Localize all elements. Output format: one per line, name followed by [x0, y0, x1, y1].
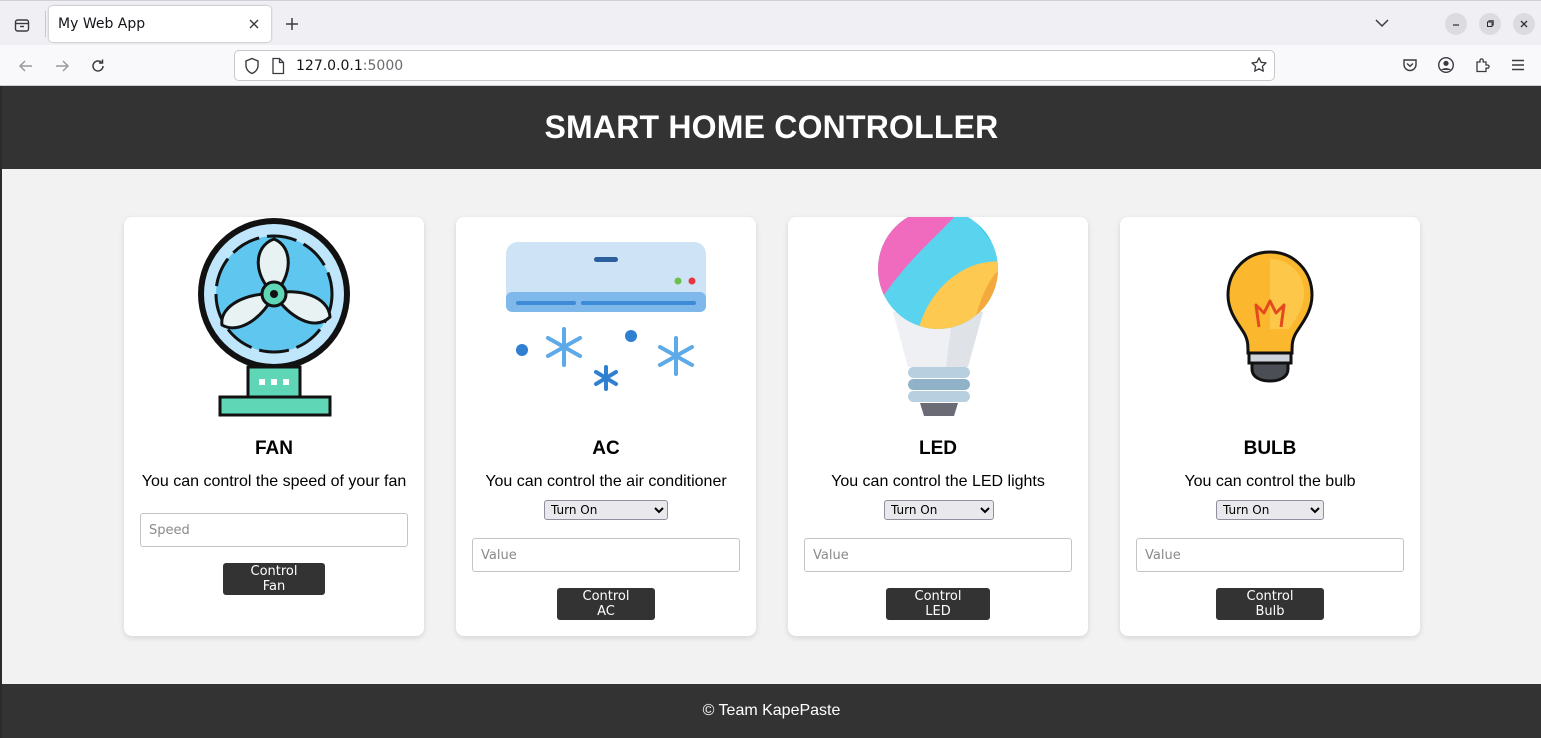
led-value-input[interactable]	[804, 538, 1072, 572]
browser-tab[interactable]: My Web App	[49, 6, 271, 42]
browser-tab-bar: My Web App	[0, 0, 1541, 45]
ac-card: AC You can control the air conditioner T…	[456, 217, 756, 636]
bulb-action-select[interactable]: Turn On	[1216, 500, 1324, 520]
ac-description: You can control the air conditioner	[485, 473, 727, 490]
plus-icon[interactable]	[280, 12, 304, 36]
url-bar[interactable]: 127.0.0.1:5000	[234, 50, 1275, 81]
air-conditioner-icon	[506, 242, 706, 391]
led-card: LED You can control the LED lights Turn …	[788, 217, 1088, 636]
close-icon[interactable]	[245, 15, 263, 33]
tab-title: My Web App	[58, 16, 146, 32]
light-bulb-icon	[1226, 250, 1314, 383]
control-ac-button[interactable]: Control AC	[557, 588, 655, 620]
page-icon	[271, 57, 285, 79]
site-header: SMART HOME CONTROLLER	[2, 86, 1541, 169]
ac-action-select[interactable]: Turn On	[544, 500, 668, 520]
tab-separator	[45, 11, 46, 37]
fan-description: You can control the speed of your fan	[141, 473, 407, 490]
chevron-down-icon[interactable]	[1372, 13, 1392, 33]
bulb-card: BULB You can control the bulb Turn On Co…	[1120, 217, 1420, 636]
control-led-button[interactable]: Control LED	[886, 588, 990, 620]
account-icon[interactable]	[1435, 54, 1457, 76]
url-port: :5000	[362, 58, 404, 74]
fan-icon	[198, 218, 350, 417]
control-fan-button[interactable]: Control Fan	[223, 563, 325, 595]
url-text: 127.0.0.1:5000	[296, 58, 403, 74]
ac-value-input[interactable]	[472, 538, 740, 572]
fan-title: FAN	[255, 438, 293, 459]
extensions-icon[interactable]	[1471, 54, 1493, 76]
browser-nav-bar: 127.0.0.1:5000	[0, 45, 1541, 86]
footer-text: © Team KapePaste	[702, 702, 841, 719]
site-footer: © Team KapePaste	[2, 684, 1541, 738]
led-action-select[interactable]: Turn On	[884, 500, 994, 520]
bulb-description: You can control the bulb	[1184, 473, 1356, 490]
star-icon[interactable]	[1250, 56, 1268, 78]
led-bulb-icon	[878, 217, 998, 416]
restore-icon[interactable]	[1479, 13, 1501, 35]
url-host: 127.0.0.1	[296, 58, 363, 74]
shield-icon[interactable]	[244, 57, 260, 79]
ac-title: AC	[592, 438, 620, 459]
back-arrow-icon[interactable]	[13, 53, 39, 79]
menu-icon[interactable]	[1507, 54, 1529, 76]
fan-card: FAN You can control the speed of your fa…	[124, 217, 424, 636]
control-bulb-button[interactable]: Control Bulb	[1216, 588, 1324, 620]
led-description: You can control the LED lights	[831, 473, 1045, 490]
pocket-icon[interactable]	[1399, 54, 1421, 76]
window-close-icon[interactable]	[1513, 13, 1535, 35]
bulb-title: BULB	[1243, 438, 1297, 459]
fan-speed-input[interactable]	[140, 513, 408, 547]
page-title: SMART HOME CONTROLLER	[544, 109, 999, 145]
minimize-icon[interactable]	[1445, 13, 1467, 35]
forward-arrow-icon[interactable]	[49, 53, 75, 79]
led-title: LED	[919, 438, 957, 459]
reload-icon[interactable]	[85, 53, 111, 79]
tab-list-icon[interactable]	[8, 11, 36, 39]
bulb-value-input[interactable]	[1136, 538, 1404, 572]
page-content: SMART HOME CONTROLLER FAN You can contro…	[0, 86, 1541, 738]
